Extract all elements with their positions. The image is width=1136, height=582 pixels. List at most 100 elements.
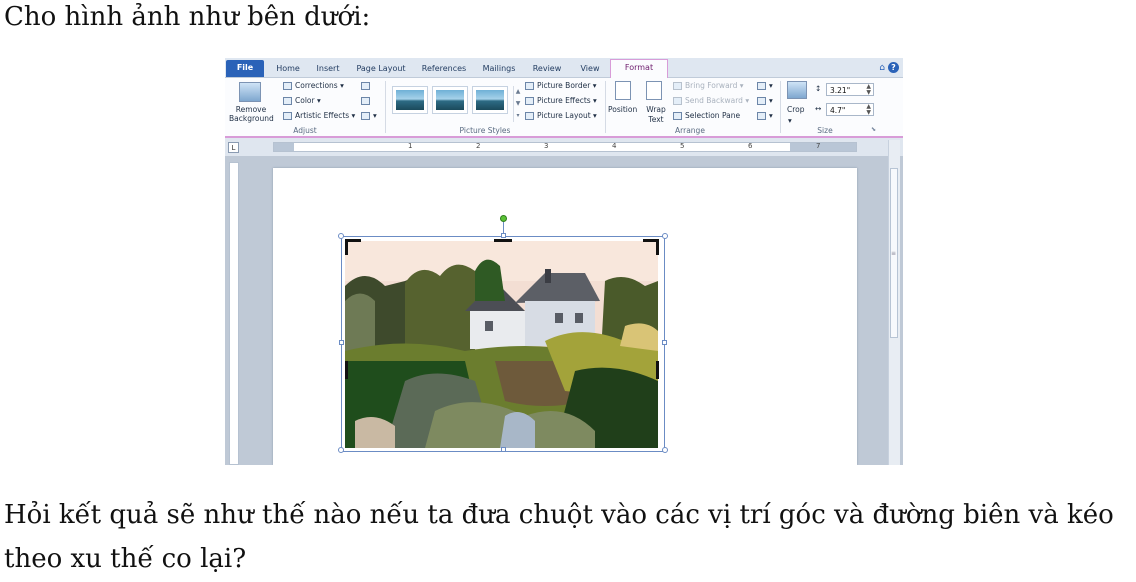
vertical-ruler[interactable] xyxy=(229,162,239,465)
picture-style-3[interactable] xyxy=(472,86,508,114)
picture-layout-button[interactable]: Picture Layout ▾ xyxy=(525,111,597,121)
corrections-label: Corrections xyxy=(295,81,338,90)
scrollbar-grip-icon: ≡ xyxy=(891,250,897,257)
corrections-icon xyxy=(283,82,292,90)
position-button[interactable]: Position xyxy=(608,105,637,115)
picture-border-button[interactable]: Picture Border ▾ xyxy=(525,81,596,91)
compress-pictures-button[interactable] xyxy=(361,81,373,91)
right-margin-area xyxy=(790,143,856,151)
picture-styles-group-label: Picture Styles xyxy=(459,126,511,135)
picture-style-1[interactable] xyxy=(392,86,428,114)
selection-pane-label: Selection Pane xyxy=(685,111,741,120)
bring-forward-button[interactable]: Bring Forward ▾ xyxy=(673,81,744,91)
remove-background-button[interactable]: Remove Background xyxy=(229,105,274,123)
group-divider xyxy=(780,81,781,133)
minimize-ribbon-icon[interactable]: ⌂ xyxy=(879,63,885,73)
tab-insert[interactable]: Insert xyxy=(311,61,345,77)
picture-effects-icon xyxy=(525,97,534,105)
tab-review[interactable]: Review xyxy=(527,61,567,77)
crop-handle-top-right-vertical[interactable] xyxy=(656,239,659,255)
artistic-effects-button[interactable]: Artistic Effects ▾ xyxy=(283,111,355,121)
rotation-handle[interactable] xyxy=(500,215,507,222)
sizing-handle-top-left[interactable] xyxy=(338,233,344,239)
ruler-number: 3 xyxy=(544,142,549,150)
shape-width-icon: ↔ xyxy=(815,104,822,113)
picture-layout-icon xyxy=(525,112,534,120)
reset-picture-icon xyxy=(361,112,370,120)
sizing-handle-right-middle[interactable] xyxy=(662,340,667,345)
word-screenshot: File Home Insert Page Layout References … xyxy=(225,58,903,465)
picture-effects-label: Picture Effects xyxy=(537,96,591,105)
remove-background-icon xyxy=(239,82,261,102)
tab-home[interactable]: Home xyxy=(271,61,305,77)
selection-pane-icon xyxy=(673,112,682,120)
sizing-handle-bottom-middle[interactable] xyxy=(501,447,506,452)
shape-height-field[interactable]: 3.21" ▲ ▼ xyxy=(826,83,874,96)
tab-mailings[interactable]: Mailings xyxy=(477,61,521,77)
send-backward-button[interactable]: Send Backward ▾ xyxy=(673,96,749,106)
position-icon xyxy=(615,81,631,100)
crop-icon xyxy=(787,81,807,99)
sizing-handle-bottom-right[interactable] xyxy=(662,447,668,453)
arrange-group-label: Arrange xyxy=(675,126,705,135)
change-picture-icon xyxy=(361,97,370,105)
color-button[interactable]: Color ▾ xyxy=(283,96,321,106)
picture-style-2[interactable] xyxy=(432,86,468,114)
adjust-group-label: Adjust xyxy=(293,126,317,135)
ruler-number: 2 xyxy=(476,142,481,150)
selection-pane-button[interactable]: Selection Pane xyxy=(673,111,740,121)
vertical-scrollbar[interactable]: ≡ xyxy=(888,140,900,465)
send-backward-label: Send Backward xyxy=(685,96,743,105)
styles-gallery-scroll[interactable]: ▲ ▼ ▾ xyxy=(513,86,522,122)
group-divider xyxy=(385,81,386,133)
picture-border-icon xyxy=(525,82,534,90)
sizing-handle-top-middle[interactable] xyxy=(501,233,506,238)
rotate-button[interactable]: ▾ xyxy=(757,111,773,121)
picture-effects-button[interactable]: Picture Effects ▾ xyxy=(525,96,597,106)
change-picture-button[interactable] xyxy=(361,96,373,106)
artistic-effects-icon xyxy=(283,112,292,120)
horizontal-ruler-row: L 1 2 3 4 5 6 7 xyxy=(225,138,903,156)
wrap-text-button[interactable]: Wrap Text xyxy=(643,105,669,125)
size-dialog-launcher-icon[interactable]: ⬊ xyxy=(871,125,876,135)
ruler-number: 1 xyxy=(408,142,413,150)
crop-handle-top-left-vertical[interactable] xyxy=(345,239,348,255)
crop-handle-right-middle[interactable] xyxy=(656,361,659,379)
sizing-handle-bottom-left[interactable] xyxy=(338,447,344,453)
left-margin-area xyxy=(274,143,294,151)
tab-view[interactable]: View xyxy=(573,61,607,77)
reset-picture-button[interactable]: ▾ xyxy=(361,111,377,121)
width-spinner-icon[interactable]: ▲ ▼ xyxy=(866,104,871,116)
group-objects-button[interactable]: ▾ xyxy=(757,96,773,106)
help-icon[interactable]: ? xyxy=(888,62,899,73)
tab-format[interactable]: Format xyxy=(610,59,668,78)
ruler-number: 6 xyxy=(748,142,753,150)
question-text: Hỏi kết quả sẽ như thế nào nếu ta đưa ch… xyxy=(4,500,1114,574)
ruler-number: 5 xyxy=(680,142,685,150)
crop-button[interactable]: Crop xyxy=(787,105,805,115)
crop-handle-top-middle[interactable] xyxy=(494,239,512,242)
color-icon xyxy=(283,97,292,105)
wrap-text-icon xyxy=(646,81,662,100)
shape-height-value: 3.21" xyxy=(830,86,851,95)
horizontal-ruler[interactable]: 1 2 3 4 5 6 7 xyxy=(273,142,857,152)
align-button[interactable]: ▾ xyxy=(757,81,773,91)
tab-file[interactable]: File xyxy=(226,60,264,77)
sizing-handle-top-right[interactable] xyxy=(662,233,668,239)
corrections-button[interactable]: Corrections ▾ xyxy=(283,81,344,91)
sizing-handle-left-middle[interactable] xyxy=(339,340,344,345)
ribbon: Remove Background Corrections ▾ Color ▾ … xyxy=(225,78,903,138)
align-icon xyxy=(757,82,766,90)
height-spinner-icon[interactable]: ▲ ▼ xyxy=(866,84,871,96)
crop-dropdown-icon[interactable]: ▾ xyxy=(788,116,792,126)
crop-handle-left-middle[interactable] xyxy=(345,361,348,379)
shape-height-icon: ↕ xyxy=(815,84,822,93)
shape-width-field[interactable]: 4.7" ▲ ▼ xyxy=(826,103,874,116)
ruler-number: 7 xyxy=(816,142,821,150)
tab-selector[interactable]: L xyxy=(228,142,239,153)
ribbon-tab-bar: File Home Insert Page Layout References … xyxy=(225,58,903,78)
tab-page-layout[interactable]: Page Layout xyxy=(353,61,409,77)
ribbon-window-controls: ⌂? xyxy=(879,62,899,73)
selected-picture[interactable] xyxy=(345,241,658,448)
tab-references[interactable]: References xyxy=(417,61,471,77)
